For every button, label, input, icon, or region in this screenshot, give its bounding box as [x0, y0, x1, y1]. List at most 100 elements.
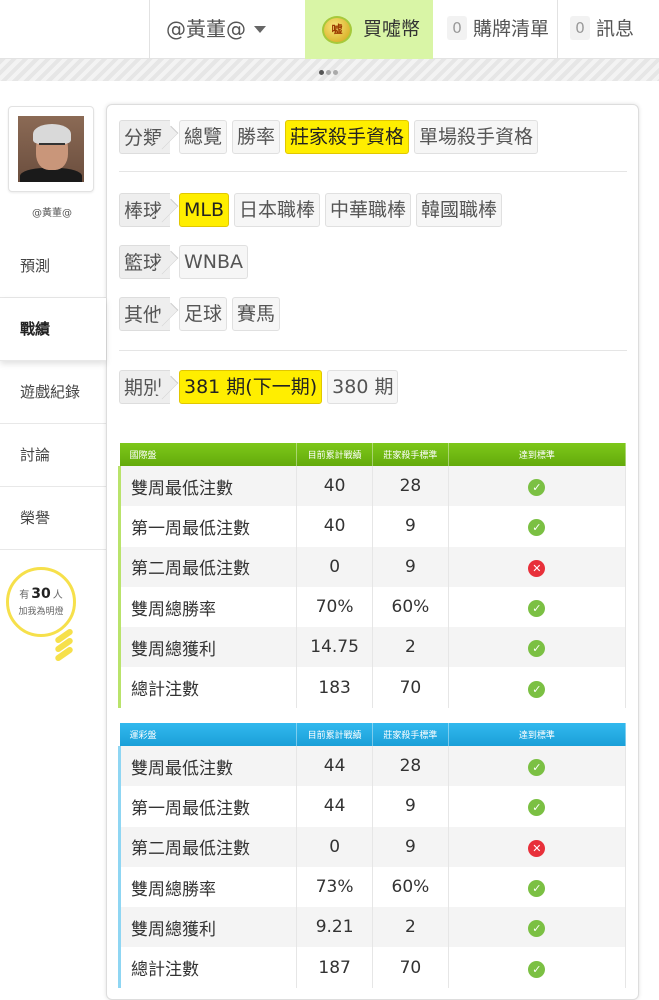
- filter-npb[interactable]: 日本職棒: [234, 193, 321, 227]
- current-value: 40: [296, 506, 374, 547]
- filter-period-380[interactable]: 380 期: [327, 370, 399, 404]
- user-menu-label: @黃董@: [166, 17, 246, 41]
- check-icon: ✓: [528, 920, 546, 938]
- col-header: 目前累計戰績: [296, 443, 374, 466]
- filter-period: 期別 381 期(下一期) 380 期: [119, 370, 629, 404]
- check-icon: ✓: [528, 759, 546, 777]
- filter-single-killer[interactable]: 單場殺手資格: [414, 120, 539, 154]
- check-icon: ✓: [528, 640, 546, 658]
- table-row: 雙周最低注數 44 28 ✓: [117, 746, 627, 787]
- table-row: 雙周總獲利 14.75 2 ✓: [117, 627, 627, 668]
- filter-label-other: 其他: [119, 297, 171, 331]
- table-row: 雙周總勝率 73% 60% ✓: [117, 866, 627, 908]
- follower-count: 30: [31, 586, 51, 602]
- bulb-caption: 加我為明燈: [18, 607, 64, 617]
- filter-other: 其他 足球 賽馬: [119, 297, 629, 331]
- col-header: 達到標準: [448, 443, 627, 466]
- table-row: 總計注數 187 70 ✓: [117, 947, 627, 988]
- filter-basketball: 籃球 WNBA: [119, 245, 629, 279]
- sidebar-item-game-log[interactable]: 遊戲紀錄: [0, 361, 106, 424]
- avatar: [18, 116, 84, 182]
- table-row: 第二周最低注數 0 9 ✕: [117, 546, 627, 587]
- filter-period-381[interactable]: 381 期(下一期): [179, 370, 323, 404]
- table-row: 雙周總勝率 70% 60% ✓: [117, 586, 627, 628]
- pager-dots: [319, 60, 341, 75]
- current-value: 70%: [296, 586, 374, 628]
- filter-winrate[interactable]: 勝率: [232, 120, 281, 154]
- filter-mlb[interactable]: MLB: [179, 193, 230, 227]
- cart-label: 購牌清單: [473, 18, 550, 40]
- col-header: 達到標準: [448, 723, 627, 746]
- table-row: 雙周最低注數 40 28 ✓: [117, 466, 627, 507]
- caret-down-icon: [254, 26, 266, 33]
- cart-count-badge: 0: [447, 16, 467, 40]
- row-name: 雙周最低注數: [117, 466, 298, 507]
- row-name: 雙周總勝率: [117, 586, 298, 628]
- current-value: 187: [296, 947, 374, 988]
- current-value: 183: [296, 667, 374, 708]
- row-name: 總計注數: [117, 667, 298, 708]
- avatar-frame[interactable]: [8, 106, 94, 192]
- filter-overview[interactable]: 總覽: [179, 120, 228, 154]
- filter-label-basketball: 籃球: [119, 245, 171, 279]
- table-row: 第一周最低注數 40 9 ✓: [117, 506, 627, 547]
- filter-kbo[interactable]: 韓國職棒: [416, 193, 503, 227]
- bulb-suffix: 人: [52, 590, 63, 601]
- filter-cpbl[interactable]: 中華職棒: [325, 193, 412, 227]
- standard-value: 9: [372, 546, 449, 587]
- filter-horse-racing[interactable]: 賽馬: [232, 297, 281, 331]
- current-value: 0: [296, 546, 374, 587]
- messages-link[interactable]: 0 訊息: [570, 0, 634, 59]
- sidebar-item-predict[interactable]: 預測: [0, 235, 106, 298]
- col-header: 國際盤: [119, 443, 298, 466]
- table-row: 總計注數 183 70 ✓: [117, 667, 627, 708]
- standard-value: 2: [372, 627, 449, 668]
- filter-wnba[interactable]: WNBA: [179, 245, 249, 279]
- table-row: 第二周最低注數 0 9 ✕: [117, 826, 627, 867]
- user-menu[interactable]: @黃董@: [166, 0, 266, 59]
- intl-record-table: 國際盤 目前累計戰績 莊家殺手標準 達到標準 雙周最低注數 40 28 ✓ 第一周最低…: [117, 443, 627, 708]
- messages-label: 訊息: [596, 18, 635, 40]
- message-count-badge: 0: [570, 16, 590, 40]
- standard-value: 2: [372, 907, 449, 948]
- table-header: 國際盤 目前累計戰績 莊家殺手標準 達到標準: [119, 443, 627, 466]
- row-name: 雙周總勝率: [117, 866, 298, 908]
- sidebar-username: @黃董@: [32, 208, 72, 219]
- standard-value: 28: [372, 746, 449, 787]
- buy-coin-button[interactable]: 嘘 買噓幣: [305, 0, 433, 59]
- sidebar-item-discussion[interactable]: 討論: [0, 424, 106, 487]
- standard-value: 28: [372, 466, 449, 507]
- current-value: 40: [296, 466, 374, 507]
- sidebar-item-honor[interactable]: 榮譽: [0, 487, 106, 550]
- sidebar-item-record[interactable]: 戰績: [0, 298, 106, 361]
- buy-coin-label: 買噓幣: [363, 18, 421, 40]
- cross-icon: ✕: [528, 559, 546, 577]
- filter-label-category: 分類: [119, 120, 171, 154]
- bulb-icon: 有 30 人 加我為明燈: [6, 567, 76, 637]
- filter-soccer[interactable]: 足球: [179, 297, 228, 331]
- check-icon: ✓: [528, 519, 546, 537]
- current-value: 9.21: [296, 907, 374, 948]
- cross-icon: ✕: [528, 839, 546, 857]
- coin-icon: 嘘: [322, 16, 352, 44]
- col-header: 目前累計戰績: [296, 723, 374, 746]
- check-icon: ✓: [528, 880, 546, 898]
- table-header: 運彩盤 目前累計戰績 莊家殺手標準 達到標準: [119, 723, 627, 746]
- current-value: 44: [296, 746, 374, 787]
- followers-bulb[interactable]: 有 30 人 加我為明燈: [6, 567, 78, 667]
- divider: [149, 0, 150, 59]
- lottery-record-table: 運彩盤 目前累計戰績 莊家殺手標準 達到標準 雙周最低注數 44 28 ✓ 第一周最低…: [117, 723, 627, 988]
- standard-value: 60%: [372, 866, 449, 908]
- row-name: 第二周最低注數: [117, 826, 298, 867]
- divider: [119, 350, 627, 351]
- filter-label-period: 期別: [119, 370, 171, 404]
- current-value: 44: [296, 786, 374, 827]
- standard-value: 70: [372, 947, 449, 988]
- sidebar-nav: 預測 戰績 遊戲紀錄 討論 榮譽: [0, 235, 106, 550]
- check-icon: ✓: [528, 600, 546, 618]
- cart-link[interactable]: 0 購牌清單: [447, 0, 549, 59]
- filter-banker-killer[interactable]: 莊家殺手資格: [285, 120, 410, 154]
- row-name: 雙周最低注數: [117, 746, 298, 787]
- row-name: 第一周最低注數: [117, 506, 298, 547]
- sidebar: @黃董@ 預測 戰績 遊戲紀錄 討論 榮譽 有 30 人 加我為明燈: [0, 100, 106, 1000]
